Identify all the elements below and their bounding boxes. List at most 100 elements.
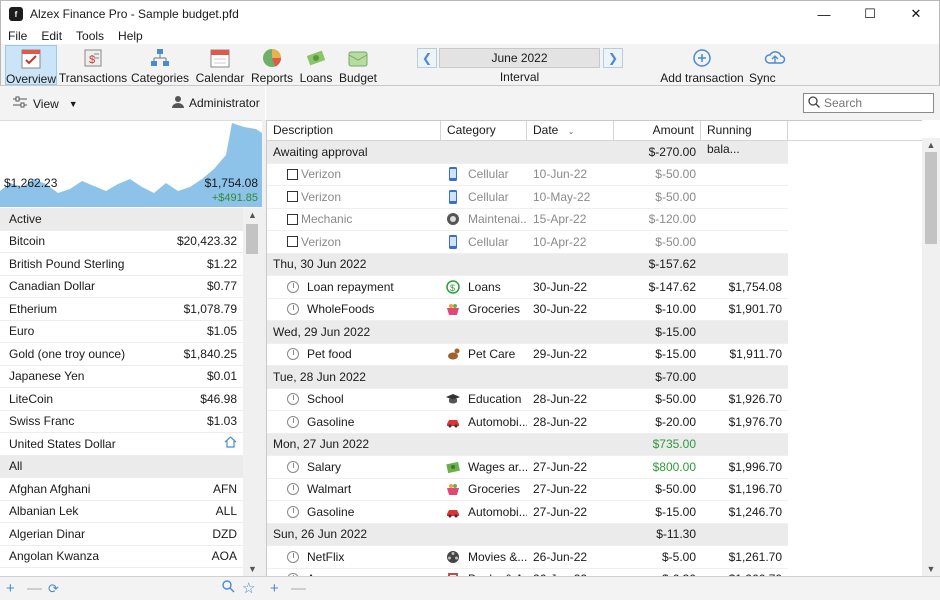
- tool-calendar[interactable]: Calendar: [195, 45, 245, 85]
- currency-row[interactable]: Angolan Kwanza AOA: [0, 546, 243, 568]
- currency-row[interactable]: Euro $1.05: [0, 321, 243, 343]
- date-group-row[interactable]: Thu, 30 Jun 2022 $-157.62: [267, 253, 788, 276]
- approve-checkbox[interactable]: [287, 191, 298, 203]
- tool-categories[interactable]: Categories: [131, 45, 189, 85]
- date-group-row[interactable]: Tue, 28 Jun 2022 $-70.00: [267, 366, 788, 389]
- transaction-row[interactable]: Walmart Groceries 27-Jun-22 $-50.00 $1,196.7…: [267, 479, 788, 501]
- transaction-row[interactable]: Loan repayment $ Loans 30-Jun-22 $-147.62 $1,…: [267, 276, 788, 299]
- search-icon[interactable]: [222, 580, 235, 597]
- dog-icon: [446, 347, 460, 361]
- column-amount[interactable]: Amount: [614, 121, 701, 141]
- currency-group-header[interactable]: Active: [0, 208, 243, 231]
- tool-budget[interactable]: Budget: [337, 45, 379, 85]
- currency-row[interactable]: Afghan Afghani AFN: [0, 478, 243, 501]
- currency-row[interactable]: Swiss Franc $1.03: [0, 411, 243, 433]
- add-account-icon[interactable]: +: [6, 580, 15, 597]
- remove-transaction-icon[interactable]: —: [291, 580, 306, 597]
- tool-reports[interactable]: Reports: [249, 45, 295, 85]
- transactions-grid: Description Category Date ⌄ Amount Runni…: [266, 120, 922, 576]
- transaction-category: Pet Care: [468, 347, 516, 362]
- wheel-icon: [446, 212, 460, 226]
- minimize-button[interactable]: —: [801, 1, 847, 27]
- menu-edit[interactable]: Edit: [34, 29, 69, 43]
- view-menu-button[interactable]: View ▼: [13, 96, 78, 111]
- scroll-down-icon[interactable]: ▼: [243, 562, 262, 576]
- add-transaction-icon[interactable]: +: [270, 580, 279, 597]
- currency-value: $20,423.32: [176, 234, 237, 249]
- clock-icon: [287, 415, 299, 428]
- exchange-rate-icon[interactable]: ⟳: [48, 581, 59, 597]
- currency-row[interactable]: Gold (one troy ounce) $1,840.25: [0, 343, 243, 366]
- transaction-date: 10-May-22: [533, 189, 591, 204]
- running-balance: $1,996.70: [728, 459, 782, 474]
- tool-transactions[interactable]: $ Transactions: [59, 45, 127, 85]
- currency-row[interactable]: Japanese Yen $0.01: [0, 366, 243, 388]
- scroll-down-icon[interactable]: ▼: [922, 562, 940, 576]
- approve-checkbox[interactable]: [287, 236, 298, 248]
- menu-help[interactable]: Help: [111, 29, 150, 43]
- search-input[interactable]: [824, 96, 924, 110]
- transaction-row[interactable]: Gasoline Automobi... 28-Jun-22 $-20.00 $1,97…: [267, 411, 788, 434]
- transaction-row[interactable]: A...Books & A...26-Jun-22$-6.30$1,266.70: [267, 569, 788, 576]
- transaction-row[interactable]: NetFlix Movies &... 26-Jun-22 $-5.00 $1,261.…: [267, 546, 788, 569]
- date-group-row[interactable]: Sun, 26 Jun 2022 $-11.30: [267, 523, 788, 546]
- menu-tools[interactable]: Tools: [69, 29, 111, 43]
- next-period-button[interactable]: ❯: [603, 48, 623, 68]
- pending-transaction-row[interactable]: Mechanic Maintenai... 15-Apr-22 $-120.00: [267, 209, 788, 231]
- scroll-up-icon[interactable]: ▲: [922, 138, 940, 152]
- transaction-row[interactable]: Salary Wages ar... 27-Jun-22 $800.00 $1,996.…: [267, 456, 788, 479]
- column-description[interactable]: Description: [267, 121, 441, 141]
- currency-scrollbar[interactable]: ▲ ▼: [243, 208, 262, 576]
- currency-row[interactable]: United States Dollar: [0, 433, 243, 456]
- currency-row[interactable]: LiteCoin $46.98: [0, 388, 243, 411]
- maximize-button[interactable]: ☐: [847, 1, 893, 27]
- tool-loans[interactable]: Loans: [298, 45, 334, 85]
- transaction-description: Gasoline: [307, 504, 355, 519]
- column-running-balance[interactable]: Running bala...: [701, 121, 788, 156]
- transaction-description: Verizon: [301, 234, 342, 249]
- interval-label[interactable]: Interval: [439, 70, 600, 84]
- sync-now-button[interactable]: Sync now: [749, 45, 801, 99]
- close-button[interactable]: ✕: [893, 1, 939, 27]
- approve-checkbox[interactable]: [287, 213, 298, 225]
- pending-transaction-row[interactable]: Verizon Cellular 10-Apr-22 $-50.00: [267, 231, 788, 254]
- currency-row[interactable]: Bitcoin $20,423.32: [0, 231, 243, 253]
- currency-row[interactable]: British Pound Sterling $1.22: [0, 253, 243, 276]
- scroll-thumb[interactable]: [925, 152, 937, 244]
- currency-name: Canadian Dollar: [9, 279, 96, 294]
- transaction-row[interactable]: WholeFoods Groceries 30-Jun-22 $-10.00 $1,90…: [267, 299, 788, 321]
- currency-row[interactable]: Algerian Dinar DZD: [0, 523, 243, 546]
- approve-checkbox[interactable]: [287, 168, 298, 180]
- currency-name: Japanese Yen: [9, 369, 85, 384]
- transaction-description: Salary: [307, 459, 342, 474]
- transaction-row[interactable]: Pet food Pet Care 29-Jun-22 $-15.00 $1,911.7…: [267, 344, 788, 366]
- remove-account-icon[interactable]: —: [27, 580, 42, 597]
- group-total: $-11.30: [656, 527, 696, 542]
- pending-transaction-row[interactable]: Verizon Cellular 10-Jun-22 $-50.00: [267, 164, 788, 186]
- add-transaction-button[interactable]: Add transaction: [659, 45, 745, 85]
- currency-row[interactable]: Albanian Lek ALL: [0, 501, 243, 523]
- column-category[interactable]: Category: [441, 121, 527, 141]
- currency-row[interactable]: Canadian Dollar $0.77: [0, 276, 243, 298]
- currency-value: ALL: [215, 504, 237, 519]
- previous-period-button[interactable]: ❮: [417, 48, 437, 68]
- transaction-row[interactable]: School Education 28-Jun-22 $-50.00 $1,926.70: [267, 389, 788, 411]
- column-date[interactable]: Date ⌄: [527, 121, 614, 141]
- currency-group-header[interactable]: All: [0, 455, 243, 478]
- chart-delta-value: +$491.85: [211, 192, 258, 204]
- currency-row[interactable]: Etherium $1,078.79: [0, 298, 243, 321]
- search-field[interactable]: [803, 93, 934, 113]
- scroll-thumb[interactable]: [246, 224, 258, 254]
- menu-file[interactable]: File: [1, 29, 34, 43]
- transaction-row[interactable]: Gasoline Automobi... 27-Jun-22 $-15.00 $1,24…: [267, 501, 788, 524]
- user-selector[interactable]: Administrator: [172, 95, 260, 111]
- tool-loans-label: Loans: [299, 71, 333, 85]
- date-group-row[interactable]: Mon, 27 Jun 2022 $735.00: [267, 433, 788, 456]
- tool-overview[interactable]: Overview: [5, 45, 57, 86]
- date-group-row[interactable]: Wed, 29 Jun 2022 $-15.00: [267, 321, 788, 344]
- period-display[interactable]: June 2022: [439, 48, 600, 68]
- grid-scrollbar[interactable]: ▲ ▼: [922, 138, 940, 576]
- scroll-up-icon[interactable]: ▲: [243, 208, 262, 222]
- pending-transaction-row[interactable]: Verizon Cellular 10-May-22 $-50.00: [267, 186, 788, 209]
- star-icon[interactable]: ☆: [242, 579, 255, 597]
